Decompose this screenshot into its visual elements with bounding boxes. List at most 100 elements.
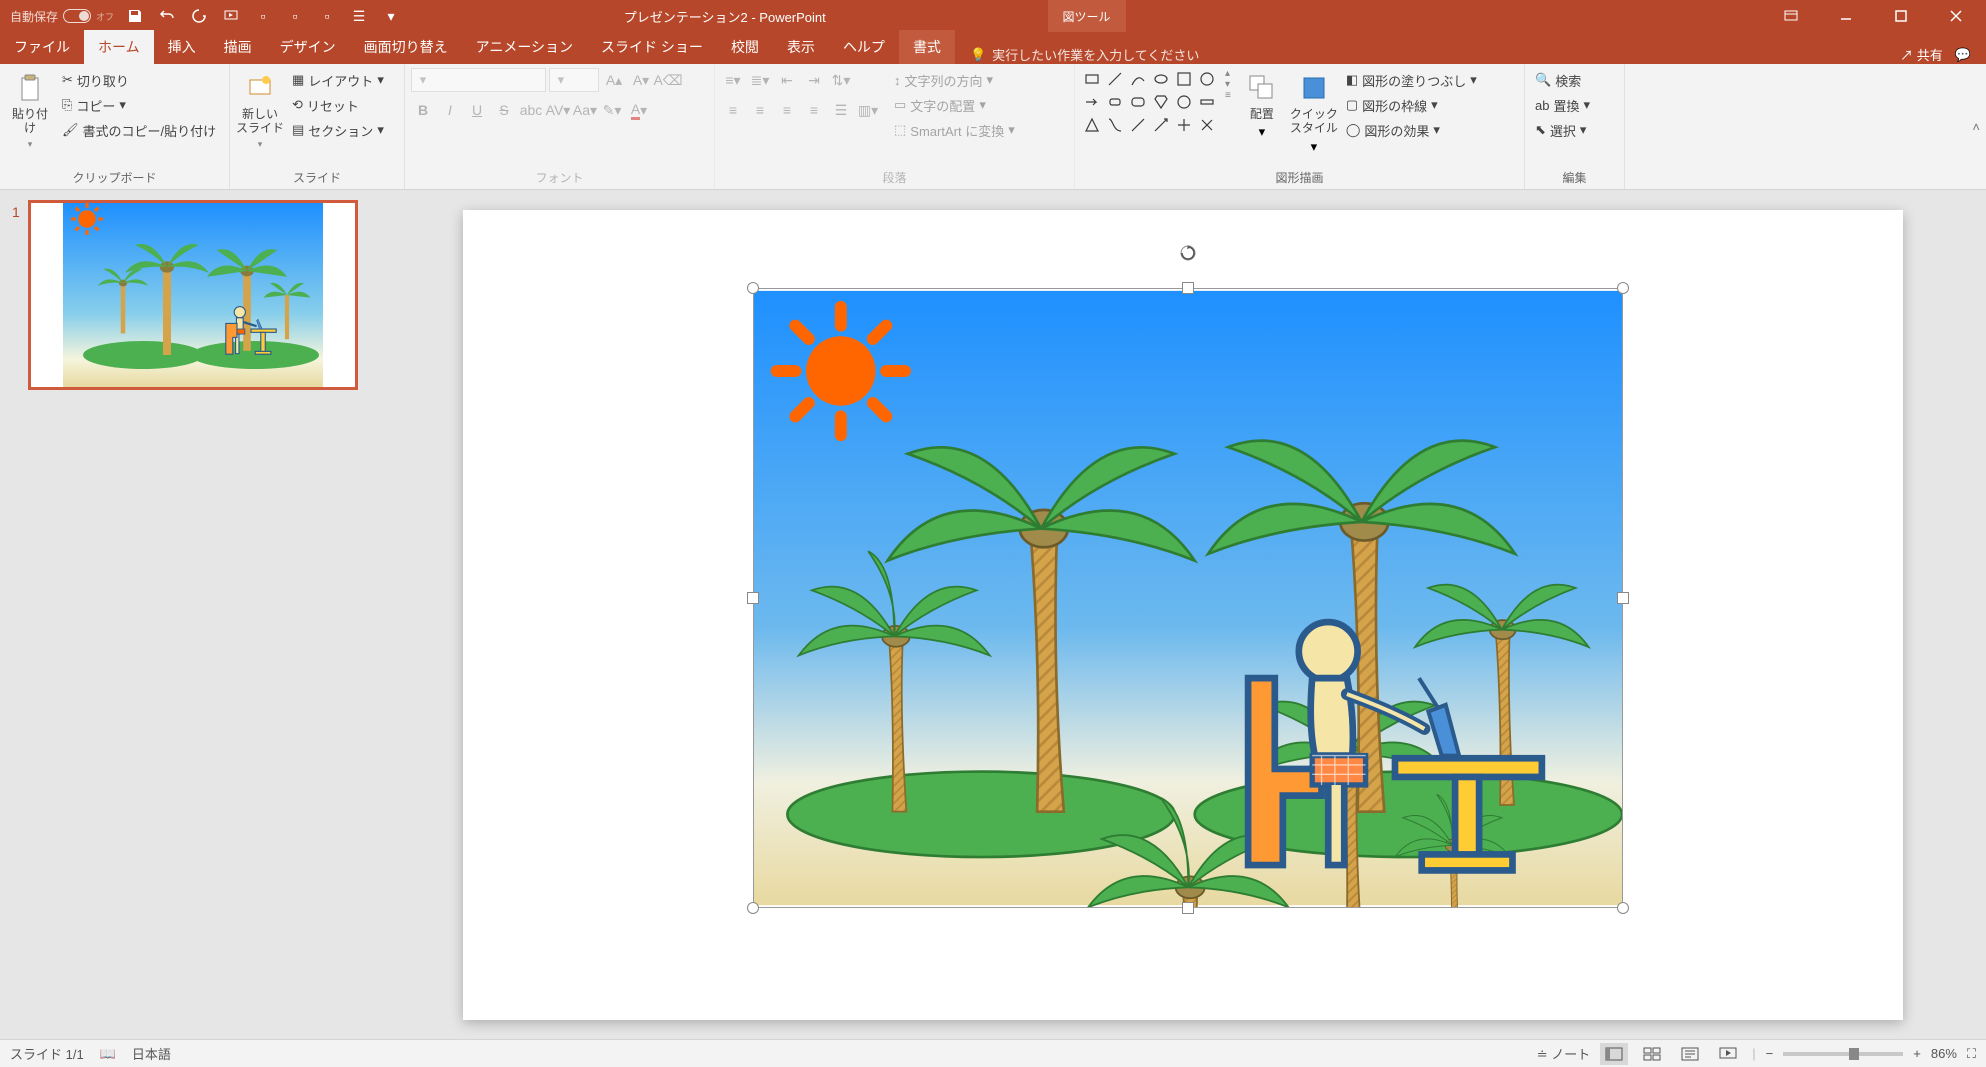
copy-button[interactable]: ⎘コピー ▾ bbox=[58, 93, 220, 117]
fit-to-window-icon[interactable]: ⛶ bbox=[1967, 1046, 1976, 1062]
quick-styles-button[interactable]: クイック スタイル▾ bbox=[1290, 68, 1338, 159]
shape-outline-button[interactable]: ▢図形の枠線 ▾ bbox=[1342, 93, 1481, 117]
selection-handle-nw[interactable] bbox=[747, 282, 759, 294]
selection-handle-se[interactable] bbox=[1617, 902, 1629, 914]
minimize-icon[interactable] bbox=[1826, 0, 1866, 32]
selection-handle-n[interactable] bbox=[1182, 282, 1194, 294]
comments-icon[interactable]: 💬 bbox=[1955, 47, 1971, 63]
format-painter-button[interactable]: 🖌書式のコピー/貼り付け bbox=[58, 118, 220, 142]
new-slide-button[interactable]: 新しい スライド ▾ bbox=[236, 68, 284, 154]
replace-button[interactable]: ab置換 ▾ bbox=[1531, 93, 1594, 117]
slide-sorter-view-icon[interactable] bbox=[1638, 1043, 1666, 1065]
change-case-icon[interactable]: Aa▾ bbox=[573, 98, 597, 122]
tab-slideshow[interactable]: スライド ショー bbox=[587, 30, 717, 64]
selection-handle-e[interactable] bbox=[1617, 592, 1629, 604]
cut-button[interactable]: ✂切り取り bbox=[58, 68, 220, 92]
select-button[interactable]: ⬉選択 ▾ bbox=[1531, 118, 1594, 142]
tab-design[interactable]: デザイン bbox=[266, 30, 350, 64]
italic-icon[interactable]: I bbox=[438, 98, 462, 122]
reading-view-icon[interactable] bbox=[1676, 1043, 1704, 1065]
strikethrough-icon[interactable]: S bbox=[492, 98, 516, 122]
smartart-button[interactable]: ⬚SmartArt に変換 ▾ bbox=[890, 118, 1019, 142]
layout-button[interactable]: ▦レイアウト ▾ bbox=[288, 68, 388, 92]
close-icon[interactable] bbox=[1936, 0, 1976, 32]
bullets-icon[interactable]: ≡▾ bbox=[721, 68, 745, 92]
qat-icon-1[interactable]: ▫ bbox=[252, 5, 274, 27]
normal-view-icon[interactable] bbox=[1600, 1043, 1628, 1065]
find-button[interactable]: 🔍検索 bbox=[1531, 68, 1594, 92]
paste-button[interactable]: 貼り付け ▾ bbox=[6, 68, 54, 154]
tab-animations[interactable]: アニメーション bbox=[462, 30, 587, 64]
notes-button[interactable]: ≐ ノート bbox=[1537, 1044, 1591, 1063]
align-text-button[interactable]: ▭文字の配置 ▾ bbox=[890, 93, 1019, 117]
zoom-level[interactable]: 86% bbox=[1931, 1046, 1957, 1061]
undo-icon[interactable] bbox=[156, 5, 178, 27]
shapes-gallery[interactable] bbox=[1081, 68, 1218, 136]
qat-slideshow-icon[interactable] bbox=[220, 5, 242, 27]
save-icon[interactable] bbox=[124, 5, 146, 27]
text-direction-button[interactable]: ↕文字列の方向 ▾ bbox=[890, 68, 1019, 92]
selected-picture[interactable] bbox=[753, 288, 1623, 908]
touch-mode-icon[interactable]: ☰ bbox=[348, 5, 370, 27]
qat-icon-2[interactable]: ▫ bbox=[284, 5, 306, 27]
tab-home[interactable]: ホーム bbox=[84, 30, 154, 64]
align-center-icon[interactable]: ≡ bbox=[748, 98, 772, 122]
decrease-font-icon[interactable]: A▾ bbox=[629, 68, 653, 92]
tab-view[interactable]: 表示 bbox=[773, 30, 829, 64]
tab-file[interactable]: ファイル bbox=[0, 30, 84, 64]
zoom-in-icon[interactable]: + bbox=[1913, 1046, 1921, 1061]
maximize-icon[interactable] bbox=[1881, 0, 1921, 32]
share-button[interactable]: ↗ 共有 bbox=[1900, 45, 1943, 64]
selection-handle-w[interactable] bbox=[747, 592, 759, 604]
spell-check-icon[interactable]: 📖 bbox=[100, 1046, 116, 1062]
align-left-icon[interactable]: ≡ bbox=[721, 98, 745, 122]
collapse-ribbon-icon[interactable]: ˄ bbox=[1972, 119, 1980, 134]
shape-effects-button[interactable]: ◯図形の効果 ▾ bbox=[1342, 118, 1481, 142]
slide-thumbnail-1[interactable] bbox=[28, 200, 358, 390]
numbering-icon[interactable]: ≣▾ bbox=[748, 68, 772, 92]
reset-button[interactable]: ⟲リセット bbox=[288, 93, 388, 117]
highlight-icon[interactable]: ✎▾ bbox=[600, 98, 624, 122]
char-spacing-icon[interactable]: AV▾ bbox=[546, 98, 570, 122]
tell-me-input[interactable]: 💡 実行したい作業を入力してください bbox=[955, 45, 1900, 64]
increase-indent-icon[interactable]: ⇥ bbox=[802, 68, 826, 92]
selection-handle-ne[interactable] bbox=[1617, 282, 1629, 294]
section-button[interactable]: ▤セクション ▾ bbox=[288, 118, 388, 142]
slide-canvas-area[interactable] bbox=[380, 190, 1986, 1039]
zoom-slider[interactable] bbox=[1783, 1052, 1903, 1056]
qat-dropdown-icon[interactable]: ▾ bbox=[380, 5, 402, 27]
arrange-button[interactable]: 配置▾ bbox=[1238, 68, 1286, 144]
decrease-indent-icon[interactable]: ⇤ bbox=[775, 68, 799, 92]
slideshow-view-icon[interactable] bbox=[1714, 1043, 1742, 1065]
selection-handle-s[interactable] bbox=[1182, 902, 1194, 914]
tab-review[interactable]: 校閲 bbox=[717, 30, 773, 64]
zoom-out-icon[interactable]: − bbox=[1766, 1046, 1774, 1061]
font-name-combo[interactable]: ▾ bbox=[411, 68, 546, 92]
tab-insert[interactable]: 挿入 bbox=[154, 30, 210, 64]
tab-help[interactable]: ヘルプ bbox=[829, 30, 899, 64]
underline-icon[interactable]: U bbox=[465, 98, 489, 122]
ribbon-display-options-icon[interactable] bbox=[1771, 0, 1811, 32]
align-right-icon[interactable]: ≡ bbox=[775, 98, 799, 122]
clear-formatting-icon[interactable]: A⌫ bbox=[656, 68, 680, 92]
font-size-combo[interactable]: ▾ bbox=[549, 68, 599, 92]
tab-format[interactable]: 書式 bbox=[899, 30, 955, 64]
increase-font-icon[interactable]: A▴ bbox=[602, 68, 626, 92]
line-spacing-icon[interactable]: ⇅▾ bbox=[829, 68, 853, 92]
qat-icon-3[interactable]: ▫ bbox=[316, 5, 338, 27]
redo-icon[interactable] bbox=[188, 5, 210, 27]
selection-handle-sw[interactable] bbox=[747, 902, 759, 914]
distributed-icon[interactable]: ☰ bbox=[829, 98, 853, 122]
columns-icon[interactable]: ▥▾ bbox=[856, 98, 880, 122]
shape-fill-button[interactable]: ◧図形の塗りつぶし ▾ bbox=[1342, 68, 1481, 92]
shadow-icon[interactable]: abc bbox=[519, 98, 543, 122]
rotation-handle-icon[interactable] bbox=[1179, 244, 1197, 262]
font-color-icon[interactable]: A▾ bbox=[627, 98, 651, 122]
bold-icon[interactable]: B bbox=[411, 98, 435, 122]
thumbnail-panel[interactable]: 1 bbox=[0, 190, 380, 1039]
language-indicator[interactable]: 日本語 bbox=[132, 1044, 171, 1063]
tab-transitions[interactable]: 画面切り替え bbox=[350, 30, 462, 64]
tab-draw[interactable]: 描画 bbox=[210, 30, 266, 64]
justify-icon[interactable]: ≡ bbox=[802, 98, 826, 122]
autosave-toggle[interactable]: 自動保存 オフ bbox=[10, 8, 114, 25]
